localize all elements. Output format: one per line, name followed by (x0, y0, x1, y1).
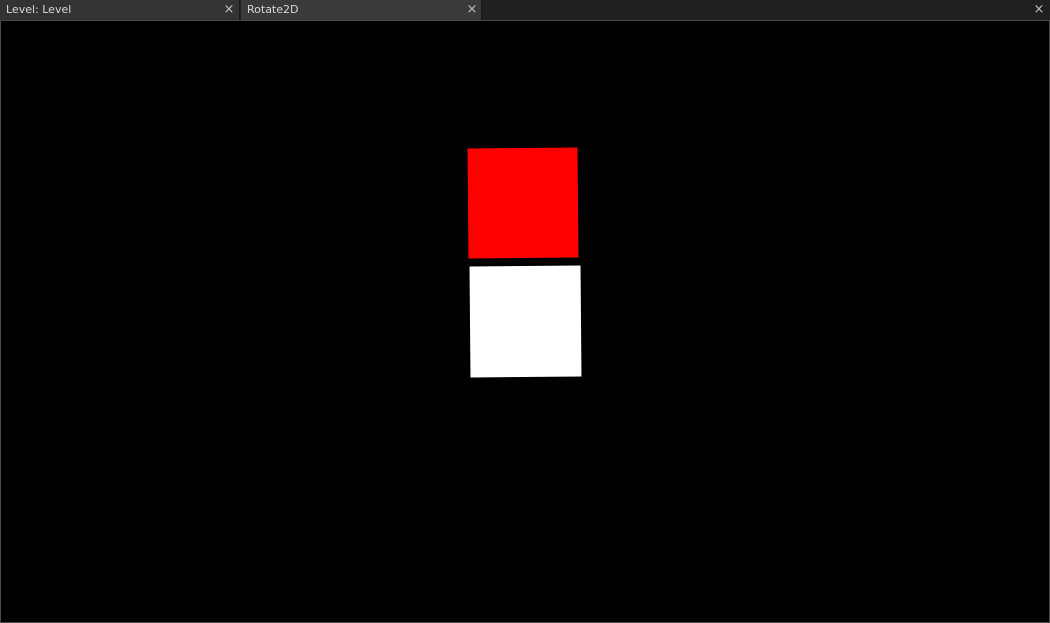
tab-bar: Level: Level × Rotate2D × × (0, 0, 1050, 21)
tab-rotate2d[interactable]: Rotate2D × (241, 0, 482, 20)
window-close-icon[interactable]: × (1032, 0, 1046, 20)
tab-level-label: Level: Level (6, 3, 72, 16)
tab-level[interactable]: Level: Level × (0, 0, 240, 20)
tab-rotate2d-label: Rotate2D (247, 3, 299, 16)
white-square (469, 265, 582, 378)
tab-rotate2d-close-icon[interactable]: × (465, 0, 479, 20)
red-square (467, 147, 579, 259)
game-viewport[interactable] (0, 20, 1050, 623)
tab-level-close-icon[interactable]: × (222, 0, 236, 20)
